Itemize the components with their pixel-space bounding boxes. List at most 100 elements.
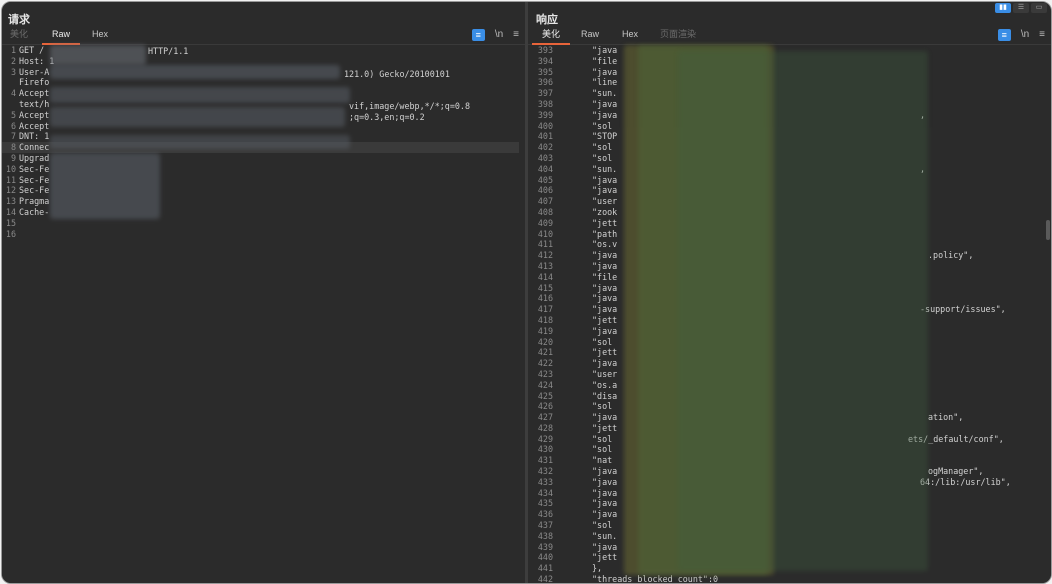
- line-number: 401: [537, 131, 553, 142]
- code-line-tail: ogManager",: [928, 466, 984, 477]
- line-number: 16: [5, 228, 16, 239]
- line-number: 438: [537, 530, 553, 541]
- line-number: 8: [10, 142, 16, 153]
- http-version-text: HTTP/1.1: [148, 46, 189, 56]
- line-number: 437: [537, 520, 553, 531]
- accept-language-tail-text: ;q=0.3,en;q=0.2: [349, 111, 425, 122]
- line-number: 404: [537, 163, 553, 174]
- line-number: 442: [537, 574, 553, 584]
- code-line-tail: ation",: [928, 412, 964, 423]
- tab-raw[interactable]: Raw: [576, 26, 604, 43]
- request-line-numbers: 1 2 3 4 5 6 7 8 9 10 11 12 13 14 15 16: [2, 45, 16, 239]
- line-number: 440: [537, 552, 553, 563]
- tab-hex[interactable]: Hex: [86, 26, 114, 43]
- redacted-region: [50, 87, 350, 103]
- code-line-tail: .policy",: [928, 250, 974, 261]
- line-number: 393: [537, 45, 553, 55]
- line-number: 3: [10, 66, 16, 77]
- line-number: 418: [537, 314, 553, 325]
- app-window: 请求 美化 Raw Hex ≡ \n ≡ 1 2 3 4 5 6 7 8 9 10 11 12 13 14…: [1, 1, 1052, 584]
- line-number: [2, 77, 16, 88]
- code-line: Upgrad: [19, 152, 50, 163]
- line-number: 15: [5, 217, 16, 228]
- line-number: 426: [537, 401, 553, 412]
- tab-raw[interactable]: Raw: [42, 26, 80, 45]
- layout-switcher: ▮▮ ☰ ▭: [995, 3, 1047, 13]
- split-horizontal-icon[interactable]: ▮▮: [995, 3, 1011, 13]
- line-number: 441: [537, 563, 553, 574]
- code-line: Firefo: [19, 77, 50, 88]
- response-line-numbers: 393 394 395 396 397 398 399 400 401 402 403 404 405 4…: [528, 45, 553, 584]
- request-editor[interactable]: 1 2 3 4 5 6 7 8 9 10 11 12 13 14 15 16 GET / Host: 1 User…: [2, 45, 525, 583]
- line-number: 421: [537, 347, 553, 358]
- line-number: 1: [10, 45, 16, 55]
- line-number: 423: [537, 368, 553, 379]
- request-title: 请求: [8, 14, 30, 26]
- line-number: 428: [537, 422, 553, 433]
- code-line: "threads_blocked_count":0: [592, 574, 719, 584]
- response-toolbar: ≡ \n ≡: [997, 28, 1045, 42]
- code-line: Cache-: [19, 206, 50, 217]
- code-line: Connec: [19, 142, 50, 153]
- response-pane: 响应 ▮▮ ☰ ▭ 美化 Raw Hex 页面渲染 ≡ \n ≡ 393 394 3…: [528, 2, 1051, 583]
- menu-icon[interactable]: ≡: [513, 28, 519, 42]
- newline-toggle-icon[interactable]: \n: [495, 28, 503, 42]
- line-number: 436: [537, 509, 553, 520]
- line-number: 424: [537, 379, 553, 390]
- line-number: 402: [537, 142, 553, 153]
- line-number: 413: [537, 260, 553, 271]
- redacted-region: [50, 65, 340, 79]
- response-title: 响应: [536, 14, 558, 26]
- tab-hex[interactable]: Hex: [616, 26, 644, 43]
- line-number: 406: [537, 185, 553, 196]
- line-number: 405: [537, 174, 553, 185]
- line-number: 434: [537, 487, 553, 498]
- request-tabs: 美化 Raw Hex: [2, 26, 525, 45]
- line-number: 416: [537, 293, 553, 304]
- response-tabs: 美化 Raw Hex 页面渲染: [528, 26, 1051, 45]
- line-number: 2: [10, 55, 16, 66]
- request-toolbar: ≡ \n ≡: [471, 28, 519, 42]
- line-number: 425: [537, 390, 553, 401]
- tab-pretty[interactable]: 美化: [532, 26, 570, 45]
- redacted-region: [50, 135, 350, 149]
- single-pane-icon[interactable]: ▭: [1031, 3, 1047, 13]
- line-number: 7: [10, 131, 16, 142]
- line-number: 415: [537, 282, 553, 293]
- response-editor[interactable]: 393 394 395 396 397 398 399 400 401 402 403 404 405 4…: [528, 45, 1051, 583]
- line-number: 429: [537, 433, 553, 444]
- redacted-region: [678, 51, 928, 571]
- line-number: 10: [5, 163, 16, 174]
- newline-toggle-icon[interactable]: \n: [1021, 28, 1029, 42]
- redacted-region: [50, 153, 160, 219]
- code-line: Sec-Fe: [19, 163, 50, 174]
- line-number: 397: [537, 88, 553, 99]
- tab-pretty[interactable]: 美化: [6, 26, 32, 43]
- tab-render[interactable]: 页面渲染: [656, 26, 700, 43]
- code-line: User-A: [19, 66, 50, 77]
- request-code: GET / Host: 1 User-A Firefo Accept text/h Acce…: [19, 45, 54, 239]
- menu-icon[interactable]: ≡: [1039, 28, 1045, 42]
- code-line-tail: -support/issues",: [920, 304, 1006, 315]
- code-line: Accept: [19, 120, 50, 131]
- line-number: 394: [537, 55, 553, 66]
- line-number: 435: [537, 498, 553, 509]
- line-number: [2, 99, 16, 110]
- user-agent-tail-text: 121.0) Gecko/20100101: [344, 68, 450, 79]
- split-vertical-icon[interactable]: ☰: [1013, 3, 1029, 13]
- scrollbar[interactable]: [1046, 220, 1050, 240]
- wrap-lines-icon[interactable]: ≡: [997, 29, 1011, 41]
- code-line: Sec-Fe: [19, 185, 50, 196]
- line-number: 396: [537, 77, 553, 88]
- line-number: 13: [5, 196, 16, 207]
- redacted-region: [50, 107, 345, 127]
- line-number: 414: [537, 271, 553, 282]
- code-line: Pragma: [19, 196, 50, 207]
- line-number: 399: [537, 109, 553, 120]
- line-number: 5: [10, 109, 16, 120]
- line-number: 407: [537, 196, 553, 207]
- wrap-lines-icon[interactable]: ≡: [471, 29, 485, 41]
- line-number: 395: [537, 66, 553, 77]
